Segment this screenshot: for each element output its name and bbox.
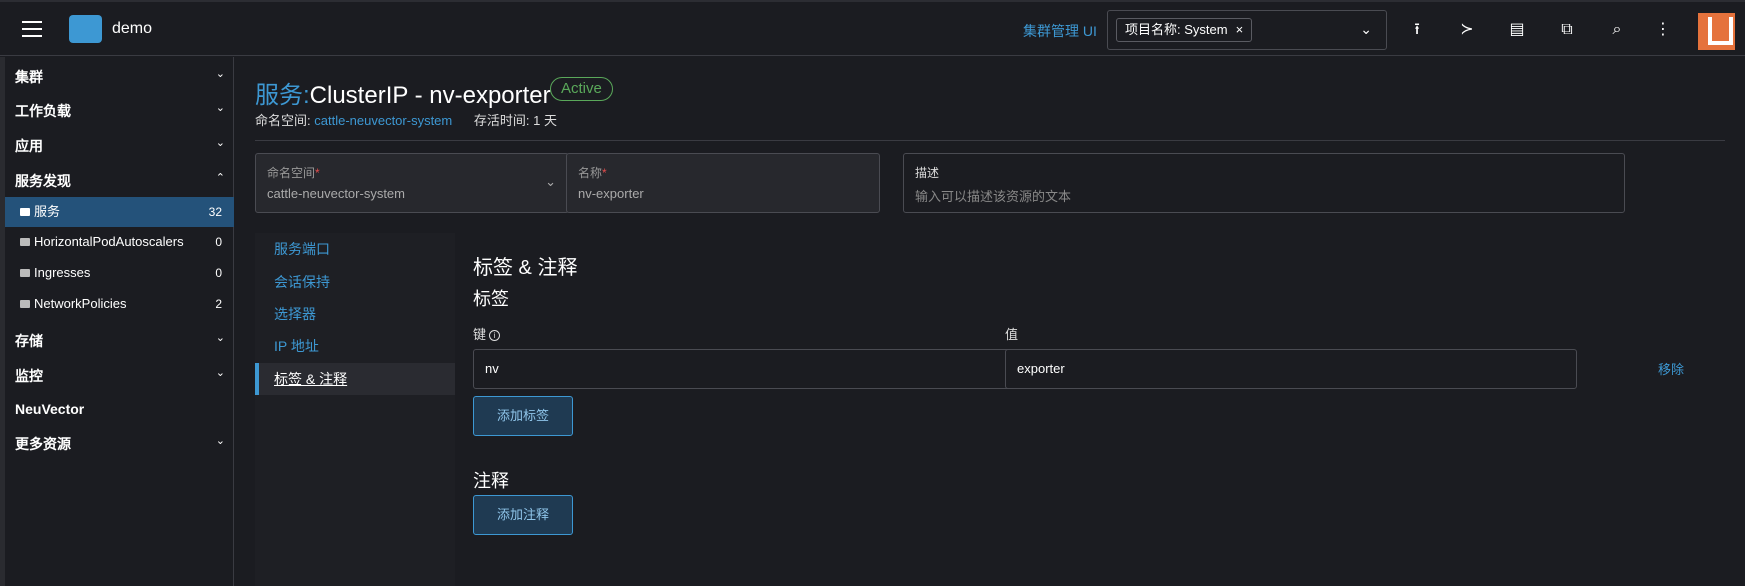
folder-icon <box>20 238 30 246</box>
age-value: 1 天 <box>533 113 557 128</box>
labels-annotations-content: 标签 & 注释 标签 键i 值 nv exporter 移除 添加标签 注释 添… <box>455 233 1725 586</box>
sidebar-item-count: 32 <box>208 205 222 219</box>
cluster-name: demo <box>112 20 153 37</box>
age-label: 存活时间: <box>473 113 530 128</box>
nav-group-cluster[interactable]: 集群 ⌄ <box>15 67 225 87</box>
name-field-value: nv-exporter <box>578 186 644 201</box>
nav-group-workloads[interactable]: 工作负载 ⌄ <box>15 101 225 121</box>
chip-label: 项目名称: System <box>1125 22 1228 37</box>
page-title: 服务:ClusterIP - nv-exporter <box>255 75 551 110</box>
add-annotation-button[interactable]: 添加注释 <box>473 495 573 535</box>
chevron-down-icon: ⌄ <box>215 332 225 344</box>
value-column-header: 值 <box>1005 327 1019 342</box>
nav-group-label: 更多资源 <box>15 436 71 452</box>
chevron-down-icon: ⌄ <box>215 137 225 149</box>
copy-kubeconfig-icon[interactable]: ⧉ <box>1556 19 1578 41</box>
namespace-filter[interactable]: 项目名称: System × ⌄ <box>1107 10 1387 50</box>
kubectl-shell-icon[interactable]: ≻ <box>1456 19 1478 41</box>
divider <box>255 140 1725 141</box>
add-label-button[interactable]: 添加标签 <box>473 396 573 436</box>
sidebar-item-label: HorizontalPodAutoscalers <box>34 234 184 249</box>
namespace-link[interactable]: cattle-neuvector-system <box>314 113 452 128</box>
namespace-filter-chip: 项目名称: System × <box>1116 18 1253 42</box>
nav-group-service-discovery[interactable]: 服务发现 ⌃ <box>15 171 225 191</box>
cluster-management-link[interactable]: 集群管理 UI <box>1023 21 1097 41</box>
nav-group-monitoring[interactable]: 监控 ⌄ <box>15 366 225 386</box>
label-value-input[interactable]: exporter <box>1005 349 1577 389</box>
side-tabs: 服务端口 会话保持 选择器 IP 地址 标签 & 注释 <box>255 233 455 586</box>
chevron-down-icon: ⌄ <box>545 174 556 189</box>
remove-label-button[interactable]: 移除 <box>1658 359 1684 378</box>
sidebar-item-services[interactable]: 服务 32 <box>5 197 234 227</box>
namespace-field-label: 命名空间* <box>267 166 320 180</box>
nav-group-apps[interactable]: 应用 ⌄ <box>15 136 225 156</box>
label-key-input[interactable]: nv <box>473 349 1045 389</box>
nav-group-label: 存储 <box>15 333 43 349</box>
chevron-down-icon: ⌄ <box>215 367 225 379</box>
sidebar-item-label: Ingresses <box>34 265 91 280</box>
page-subtitle: 命名空间: cattle-neuvector-system 存活时间: 1 天 <box>255 110 557 129</box>
chevron-down-icon: ⌄ <box>215 435 225 447</box>
chip-remove-icon[interactable]: × <box>1236 22 1244 37</box>
top-bar: demo 集群管理 UI 项目名称: System × ⌄ ⭱ ≻ ▤ ⧉ ⌕ ⋮ <box>0 0 1745 56</box>
chevron-down-icon: ⌄ <box>215 102 225 114</box>
sidebar-item-count: 0 <box>215 235 222 249</box>
name-field-label: 名称* <box>578 166 607 180</box>
description-field-label: 描述 <box>915 166 940 180</box>
labels-title: 标签 <box>473 289 509 309</box>
name-field[interactable]: 名称* nv-exporter <box>566 153 880 213</box>
namespace-label: 命名空间: <box>255 113 311 128</box>
sidebar-item-label: 服务 <box>34 204 61 219</box>
import-yaml-icon[interactable]: ⭱ <box>1406 19 1428 41</box>
main-content: 服务:ClusterIP - nv-exporter Active 命名空间: … <box>235 57 1745 586</box>
nav-group-storage[interactable]: 存储 ⌄ <box>15 331 225 351</box>
folder-icon <box>20 208 30 216</box>
cluster-logo-icon <box>69 15 102 43</box>
title-name: ClusterIP - nv-exporter <box>309 82 551 109</box>
more-actions-icon[interactable]: ⋮ <box>1652 19 1674 41</box>
chevron-up-icon: ⌃ <box>215 172 225 184</box>
folder-icon <box>20 300 30 308</box>
nav-group-label: 服务发现 <box>15 173 71 189</box>
sidebar-item-count: 2 <box>215 297 222 311</box>
nav-group-more-resources[interactable]: 更多资源 ⌄ <box>15 434 225 454</box>
namespace-select[interactable]: 命名空间* cattle-neuvector-system ⌄ <box>255 153 569 213</box>
sidebar-edge <box>0 57 5 586</box>
search-icon[interactable]: ⌕ <box>1606 19 1628 41</box>
menu-icon[interactable] <box>22 21 42 37</box>
description-field[interactable]: 描述 输入可以描述该资源的文本 <box>903 153 1625 213</box>
tab-session-affinity[interactable]: 会话保持 <box>255 266 455 298</box>
title-prefix[interactable]: 服务: <box>255 82 310 109</box>
sidebar-item-network-policies[interactable]: NetworkPolicies 2 <box>5 289 234 319</box>
chevron-down-icon[interactable]: ⌄ <box>1360 21 1372 38</box>
nav-group-neuvector[interactable]: NeuVector <box>15 401 225 417</box>
status-badge: Active <box>550 77 613 101</box>
tab-selectors[interactable]: 选择器 <box>255 298 455 330</box>
chevron-down-icon: ⌄ <box>215 68 225 80</box>
avatar[interactable] <box>1698 13 1735 50</box>
kubeconfig-file-icon[interactable]: ▤ <box>1506 19 1528 41</box>
nav-group-label: 工作负载 <box>15 103 71 119</box>
annotations-title: 注释 <box>473 471 509 491</box>
nav-group-label: 应用 <box>15 138 43 154</box>
sidebar-item-hpa[interactable]: HorizontalPodAutoscalers 0 <box>5 227 234 257</box>
tabbed-panel: 服务端口 会话保持 选择器 IP 地址 标签 & 注释 标签 & 注释 标签 键… <box>255 233 1725 586</box>
namespace-field-value: cattle-neuvector-system <box>267 186 405 201</box>
nav-group-label: 集群 <box>15 69 43 85</box>
tab-ip-addresses[interactable]: IP 地址 <box>255 330 455 362</box>
tab-service-ports[interactable]: 服务端口 <box>255 233 455 265</box>
nav-group-label: NeuVector <box>15 401 85 417</box>
sidebar-item-label: NetworkPolicies <box>34 296 127 311</box>
nav-group-label: 监控 <box>15 368 43 384</box>
sidebar-item-ingresses[interactable]: Ingresses 0 <box>5 258 234 288</box>
section-heading: 标签 & 注释 <box>473 257 578 279</box>
sidebar-item-count: 0 <box>215 266 222 280</box>
key-column-header: 键i <box>473 324 501 343</box>
sidebar: 集群 ⌄ 工作负载 ⌄ 应用 ⌄ 服务发现 ⌃ 服务 32 HorizontalPodAu… <box>0 57 234 586</box>
tab-labels-annotations[interactable]: 标签 & 注释 <box>255 363 455 395</box>
description-placeholder: 输入可以描述该资源的文本 <box>915 189 1072 204</box>
folder-icon <box>20 269 30 277</box>
info-icon[interactable]: i <box>489 330 501 341</box>
